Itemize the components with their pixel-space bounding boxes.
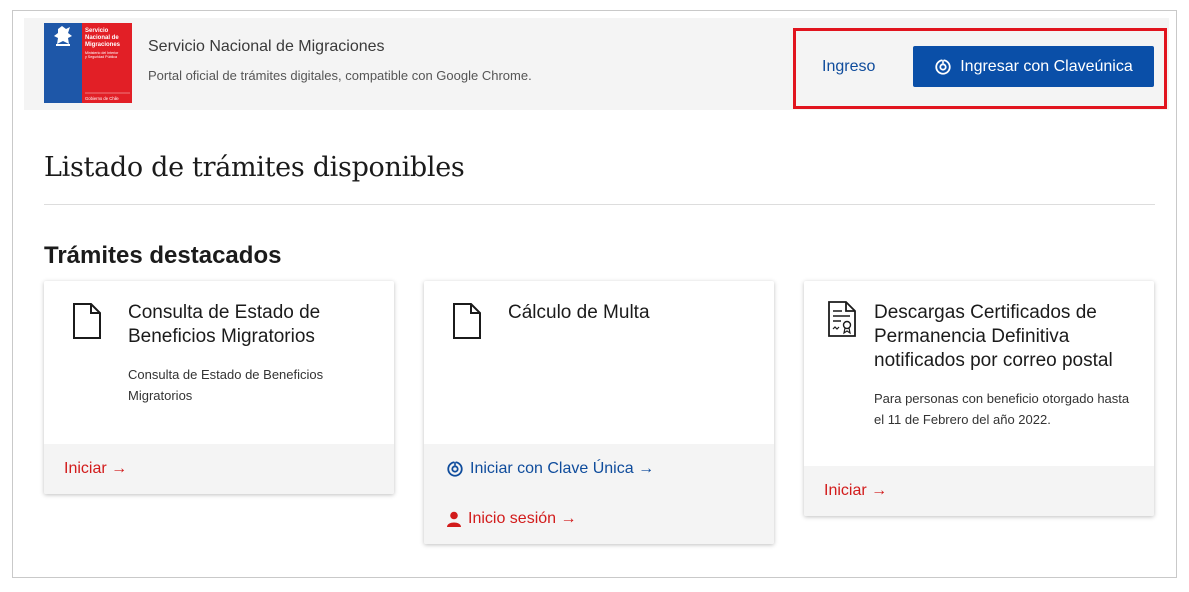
document-icon [73,303,101,339]
ingreso-link[interactable]: Ingreso [822,58,875,76]
inicio-sesion-label: Inicio sesión → [468,510,577,527]
user-icon [447,511,461,527]
tramite-card: Consulta de Estado de Beneficios Migrato… [44,281,394,494]
power-icon [935,58,951,75]
svg-text:Migraciones: Migraciones [85,42,121,48]
ingresar-claveunica-button[interactable]: Ingresar con Claveúnica [913,46,1154,87]
tramite-card: Cálculo de Multa Iniciar con Clave Única… [424,281,774,544]
site-title: Servicio Nacional de Migraciones [148,38,385,55]
page-title: Listado de trámites disponibles [44,152,465,183]
card-footer: Iniciar → [804,466,1154,516]
card-footer: Iniciar con Clave Única → Inicio sesión … [424,444,774,544]
svg-text:Nacional de: Nacional de [85,35,119,41]
iniciar-clave-unica-label: Iniciar con Clave Única → [470,460,655,477]
svg-text:y Seguridad Pública: y Seguridad Pública [85,55,117,59]
card-description: Consulta de Estado de Beneficios Migrato… [128,367,324,403]
card-description: Para personas con beneficio otorgado has… [874,391,1130,427]
power-icon [447,460,463,477]
card-title: Descargas Certificados de Permanencia De… [874,302,1113,371]
iniciar-clave-unica-link[interactable]: Iniciar con Clave Única → [446,460,654,478]
tramite-card: Descargas Certificados de Permanencia De… [804,281,1154,516]
certificate-icon [828,301,856,337]
gobierno-logo[interactable]: Servicio Nacional de Migraciones Ministe… [44,23,132,103]
card-footer: Iniciar → [44,444,394,494]
site-subtitle: Portal oficial de trámites digitales, co… [148,68,532,83]
card-title: Consulta de Estado de Beneficios Migrato… [128,302,321,347]
section-title: Trámites destacados [44,242,282,269]
document-icon [453,303,481,339]
divider [44,204,1155,205]
iniciar-link[interactable]: Iniciar → [824,482,887,500]
inicio-sesion-link[interactable]: Inicio sesión → [446,510,577,528]
ingresar-claveunica-label: Ingresar con Claveúnica [960,57,1133,75]
iniciar-link[interactable]: Iniciar → [64,460,127,478]
svg-text:Servicio: Servicio [85,28,109,34]
card-title: Cálculo de Multa [508,302,650,323]
svg-text:Gobierno de Chile: Gobierno de Chile [85,96,119,101]
